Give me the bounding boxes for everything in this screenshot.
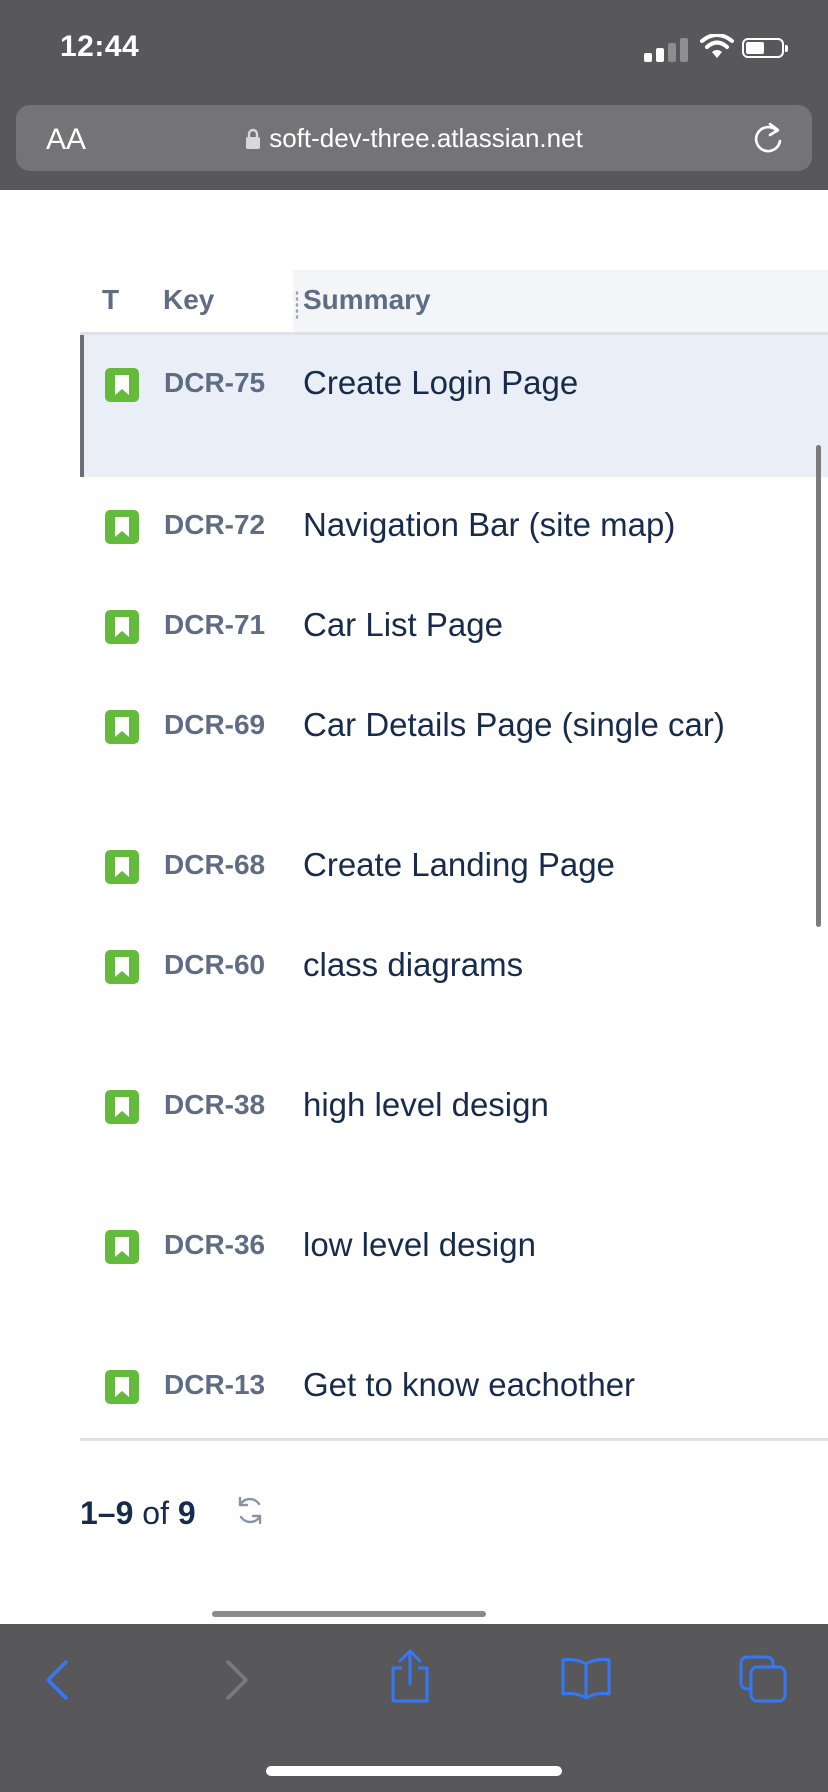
issue-summary[interactable]: Create Login Page: [303, 364, 578, 402]
battery-icon: [742, 38, 788, 58]
pagination-summary: 1–9 of 9: [80, 1495, 196, 1532]
table-row[interactable]: DCR-68 Create Landing Page: [80, 817, 828, 917]
story-icon: [105, 850, 139, 884]
column-resize-handle[interactable]: [295, 290, 299, 320]
issue-key[interactable]: DCR-38: [164, 1089, 265, 1121]
reload-icon[interactable]: [750, 119, 786, 157]
issue-summary[interactable]: Get to know eachother: [303, 1366, 635, 1404]
pagination-total: 9: [177, 1495, 196, 1531]
table-row[interactable]: DCR-75 Create Login Page: [80, 335, 828, 477]
bookmarks-icon[interactable]: [560, 1656, 612, 1700]
issue-summary[interactable]: class diagrams: [303, 946, 523, 984]
issue-key[interactable]: DCR-69: [164, 709, 265, 741]
table-header: T Key Summary: [80, 270, 828, 334]
address-bar[interactable]: AA soft-dev-three.atlassian.net: [16, 105, 812, 171]
tabs-icon[interactable]: [738, 1654, 788, 1704]
wifi-icon: [700, 34, 734, 58]
issue-key[interactable]: DCR-68: [164, 849, 265, 881]
pagination-range: 1–9: [80, 1495, 134, 1531]
issue-summary[interactable]: Navigation Bar (site map): [303, 506, 675, 544]
story-icon: [105, 510, 139, 544]
table-row[interactable]: DCR-36 low level design: [80, 1197, 828, 1337]
back-icon[interactable]: [42, 1658, 72, 1702]
vertical-scrollbar[interactable]: [816, 445, 821, 927]
lock-icon: [246, 128, 261, 149]
table-footer-divider: [80, 1438, 828, 1441]
table-row[interactable]: DCR-72 Navigation Bar (site map): [80, 477, 828, 577]
story-icon: [105, 1370, 139, 1404]
column-header-key[interactable]: Key: [163, 284, 214, 316]
issue-key[interactable]: DCR-60: [164, 949, 265, 981]
column-header-summary[interactable]: Summary: [303, 284, 431, 316]
issue-summary[interactable]: Car Details Page (single car): [303, 706, 725, 744]
table-row[interactable]: DCR-38 high level design: [80, 1057, 828, 1197]
story-icon: [105, 1090, 139, 1124]
issue-summary[interactable]: high level design: [303, 1086, 549, 1124]
table-row[interactable]: DCR-71 Car List Page: [80, 577, 828, 677]
url-text: soft-dev-three.atlassian.net: [269, 123, 583, 153]
story-icon: [105, 368, 139, 402]
browser-top-chrome: 12:44 AA soft-dev-three.atlassian.net: [0, 0, 828, 190]
issue-key[interactable]: DCR-36: [164, 1229, 265, 1261]
issue-summary[interactable]: low level design: [303, 1226, 536, 1264]
issue-summary[interactable]: Car List Page: [303, 606, 503, 644]
issue-key[interactable]: DCR-13: [164, 1369, 265, 1401]
story-icon: [105, 1230, 139, 1264]
table-row[interactable]: DCR-69 Car Details Page (single car): [80, 677, 828, 817]
url-display[interactable]: soft-dev-three.atlassian.net: [16, 123, 812, 154]
status-time: 12:44: [60, 30, 140, 63]
pagination-of: of: [142, 1495, 169, 1531]
issue-key[interactable]: DCR-72: [164, 509, 265, 541]
forward-icon[interactable]: [222, 1658, 252, 1702]
table-row[interactable]: DCR-13 Get to know eachother: [80, 1337, 828, 1437]
story-icon: [105, 610, 139, 644]
column-header-type[interactable]: T: [102, 284, 119, 316]
browser-bottom-toolbar: [0, 1624, 828, 1792]
table-row[interactable]: DCR-60 class diagrams: [80, 917, 828, 1057]
home-indicator: [266, 1766, 562, 1776]
share-icon[interactable]: [388, 1648, 432, 1704]
page-drag-handle: [212, 1611, 486, 1617]
cellular-signal-icon: [644, 38, 690, 62]
issue-summary[interactable]: Create Landing Page: [303, 846, 615, 884]
issue-key[interactable]: DCR-75: [164, 367, 265, 399]
refresh-icon[interactable]: [232, 1494, 268, 1528]
story-icon: [105, 950, 139, 984]
story-icon: [105, 710, 139, 744]
issue-key[interactable]: DCR-71: [164, 609, 265, 641]
